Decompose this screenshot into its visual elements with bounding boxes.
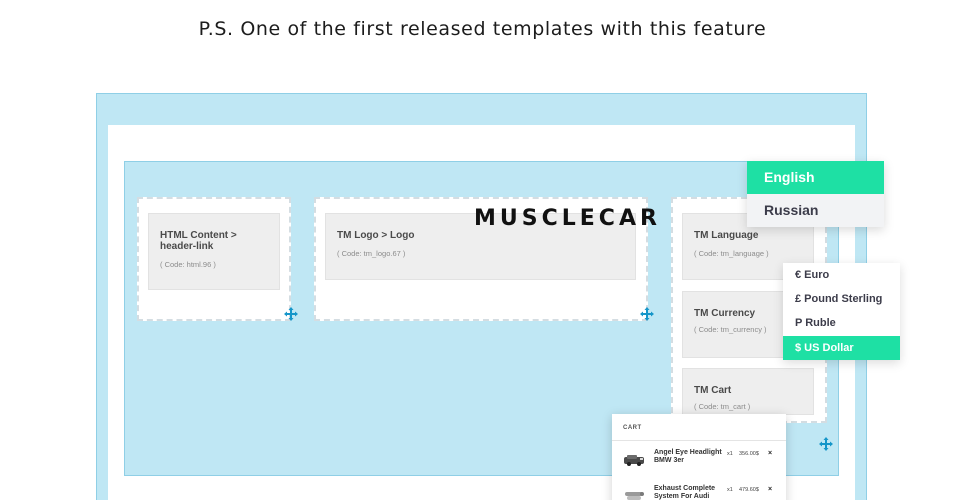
- cart-item[interactable]: Exhaust Complete System For Audi x1 479.…: [612, 483, 786, 500]
- move-cross-icon[interactable]: [640, 307, 654, 321]
- language-option-russian[interactable]: Russian: [747, 194, 884, 227]
- currency-option-pound[interactable]: £ Pound Sterling: [783, 287, 900, 311]
- product-thumbnail: [623, 489, 645, 500]
- currency-option-euro[interactable]: € Euro: [783, 263, 900, 287]
- currency-option-usd[interactable]: $ US Dollar: [783, 336, 900, 360]
- product-thumbnail: [623, 453, 645, 467]
- cart-item-price: 479.60$: [739, 487, 759, 493]
- module-code: ( Code: html.96 ): [160, 260, 216, 269]
- module-title: TM Logo > Logo: [337, 230, 415, 241]
- module-code: ( Code: tm_logo.67 ): [337, 249, 406, 258]
- module-html-content-box[interactable]: HTML Content > header-link ( Code: html.…: [148, 213, 280, 290]
- currency-option-ruble[interactable]: P Ruble: [783, 311, 900, 335]
- close-icon[interactable]: ×: [768, 450, 772, 457]
- close-icon[interactable]: ×: [768, 486, 772, 493]
- cart-item-price: 356.00$: [739, 451, 759, 457]
- cart-item-qty: x1: [727, 487, 733, 493]
- module-code: ( Code: tm_cart ): [694, 402, 751, 411]
- module-code: ( Code: tm_currency ): [694, 325, 767, 334]
- module-title: HTML Content > header-link: [160, 230, 237, 252]
- cart-item-name[interactable]: Angel Eye Headlight BMW 3er: [654, 449, 728, 465]
- cart-item-qty: x1: [727, 451, 733, 457]
- module-code: ( Code: tm_language ): [694, 249, 769, 258]
- currency-dropdown: € Euro £ Pound Sterling P Ruble $ US Dol…: [783, 263, 900, 360]
- cart-item-name[interactable]: Exhaust Complete System For Audi: [654, 485, 728, 500]
- store-logo: MUSCLECAR: [474, 206, 661, 231]
- language-option-english[interactable]: English: [747, 161, 884, 194]
- cart-dropdown: CART Angel Eye Headlight BMW 3er x1 356.…: [612, 414, 786, 500]
- module-title: TM Cart: [694, 385, 732, 396]
- divider: [612, 440, 786, 441]
- page: P.S. One of the first released templates…: [0, 0, 965, 500]
- module-title: TM Language: [694, 230, 759, 241]
- cart-item[interactable]: Angel Eye Headlight BMW 3er x1 356.00$ ×: [612, 447, 786, 477]
- move-cross-icon[interactable]: [819, 437, 833, 451]
- headline: P.S. One of the first released templates…: [198, 18, 767, 40]
- module-tm-cart-box[interactable]: TM Cart ( Code: tm_cart ): [682, 368, 814, 415]
- move-cross-icon[interactable]: [284, 307, 298, 321]
- language-dropdown: English Russian: [747, 161, 884, 227]
- cart-title: CART: [623, 425, 642, 431]
